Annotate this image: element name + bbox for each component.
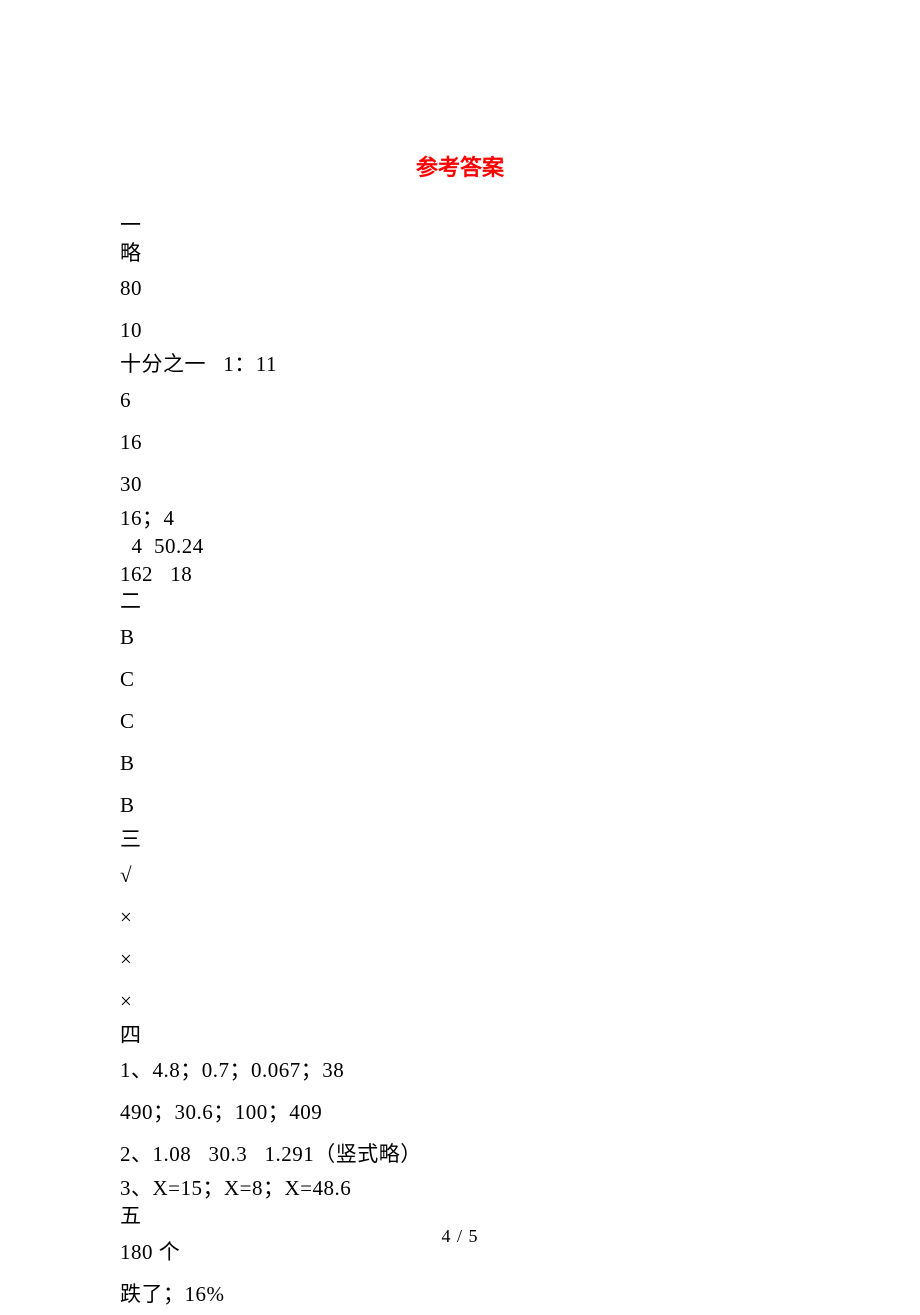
- answer-line: 略: [120, 240, 800, 268]
- answer-line: 10: [120, 309, 800, 351]
- answer-line: 16；4: [120, 505, 800, 533]
- answer-line: B: [120, 742, 800, 784]
- answer-line: 1、4.8；0.7；0.067；38: [120, 1049, 800, 1091]
- answer-line: √: [120, 854, 800, 896]
- answer-line: 6: [120, 379, 800, 421]
- answer-line: 490；30.6；100；409: [120, 1091, 800, 1133]
- answer-line: 162 18: [120, 561, 800, 589]
- answer-line: ×: [120, 938, 800, 980]
- answer-line: 16: [120, 421, 800, 463]
- answer-line: 二: [120, 588, 800, 616]
- answer-line: 3、X=15；X=8；X=48.6: [120, 1175, 800, 1203]
- answer-line: B: [120, 784, 800, 826]
- page-number: 4 / 5: [0, 1226, 920, 1247]
- answer-line: 十分之一 1：11: [120, 351, 800, 379]
- answer-line: ×: [120, 980, 800, 1022]
- answer-line: 一: [120, 212, 800, 240]
- answer-line: C: [120, 700, 800, 742]
- answer-line: 2、1.08 30.3 1.291（竖式略）: [120, 1133, 800, 1175]
- answer-line: C: [120, 658, 800, 700]
- answer-line: 80: [120, 267, 800, 309]
- answer-line: 30: [120, 463, 800, 505]
- answer-line: B: [120, 616, 800, 658]
- answer-line: 四: [120, 1022, 800, 1050]
- answer-line: 三: [120, 826, 800, 854]
- answer-line: 跌了；16%: [120, 1273, 800, 1315]
- document-page: 参考答案 一略8010十分之一 1：116163016；4 4 50.24162…: [0, 0, 920, 1302]
- answer-body: 一略8010十分之一 1：116163016；4 4 50.24162 18二B…: [120, 212, 800, 1315]
- answer-line: 4 50.24: [120, 533, 800, 561]
- answer-line: ×: [120, 896, 800, 938]
- page-title: 参考答案: [120, 150, 800, 182]
